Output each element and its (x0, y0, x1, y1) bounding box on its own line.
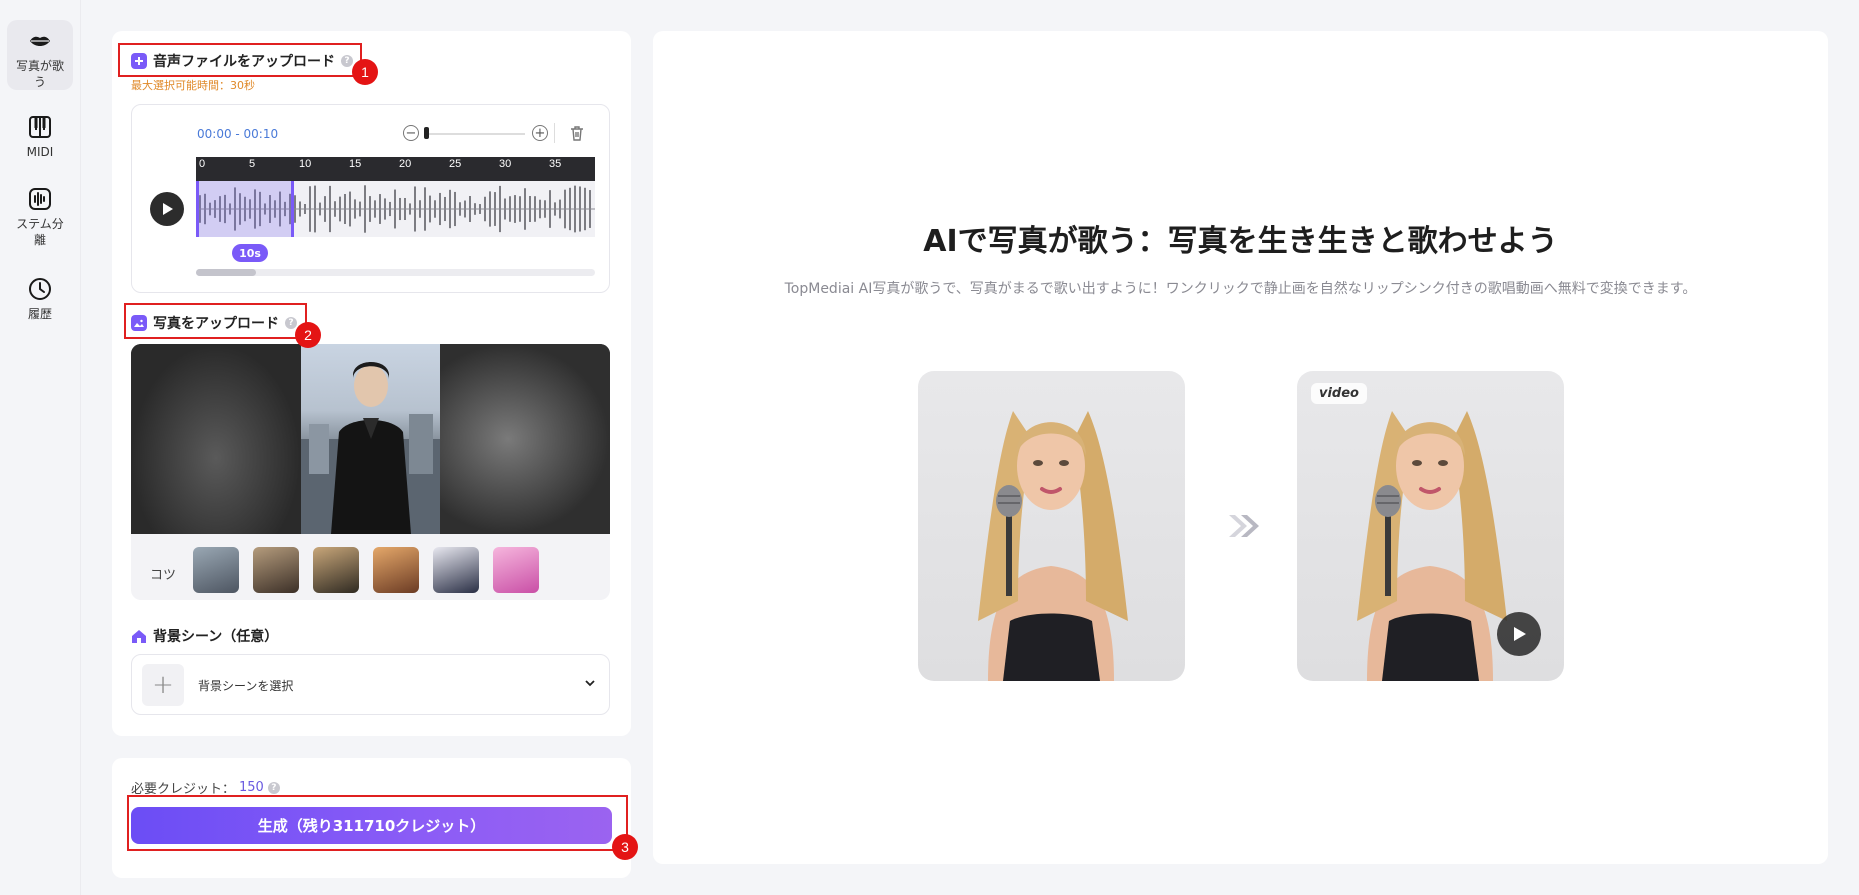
example-input-photo (918, 371, 1185, 681)
uploaded-photo (301, 344, 440, 534)
sample-photo-thumbnail[interactable] (433, 547, 479, 593)
annotation-box-1 (118, 43, 362, 77)
tick-label: 25 (449, 158, 462, 170)
tick-label: 15 (349, 158, 362, 170)
settings-panel: 音声ファイルをアップロード ? 最大選択可能時間：30秒 00:00 - 00:… (112, 31, 631, 736)
selection-duration-badge: 10s (232, 244, 268, 262)
lips-icon (30, 36, 50, 46)
example-output-video[interactable]: video (1297, 371, 1564, 681)
tick-label: 35 (549, 158, 562, 170)
timeline-ruler[interactable]: 0 5 10 15 20 25 30 35 (196, 157, 595, 181)
annotation-badge-2: 2 (295, 322, 321, 348)
credits-value: 150 (239, 780, 264, 795)
double-chevron-right-icon (1229, 515, 1259, 537)
photo-blur-left (131, 344, 301, 534)
annotation-badge-3: 3 (612, 834, 638, 860)
photo-blur-right (440, 344, 610, 534)
house-icon (131, 628, 147, 644)
sidebar-item-label: 履歴 (27, 307, 52, 321)
background-scene-title: 背景シーン（任意） (153, 629, 279, 645)
sidebar-item-label: MIDI (26, 145, 54, 159)
time-range: 00:00 - 00:10 (197, 127, 279, 141)
tick-label: 20 (399, 158, 412, 170)
sample-photo-thumbnail[interactable] (193, 547, 239, 593)
preview-panel: AIで写真が歌う：写真を生き生きと歌わせよう TopMediai AI写真が歌う… (653, 31, 1828, 864)
sidebar-item-history[interactable]: 履歴 (7, 268, 73, 324)
waveform-icon (29, 188, 51, 210)
hero-title: AIで写真が歌う：写真を生き生きと歌わせよう (923, 224, 1558, 259)
sidebar-item-midi[interactable]: MIDI (7, 106, 73, 162)
sample-photo-thumbnail[interactable] (313, 547, 359, 593)
background-scene-select[interactable]: + 背景シーンを選択 (131, 654, 610, 715)
zoom-slider-handle[interactable] (424, 127, 429, 139)
sidebar-item-label: ステム分離 (16, 217, 64, 247)
sidebar: 写真が歌う MIDI ステム分離 履歴 (0, 0, 81, 895)
video-tag: video (1311, 383, 1367, 404)
tick-label: 0 (199, 158, 206, 170)
hero-description: TopMediai AI写真が歌うで、写真がまるで歌い出すように！ワンクリックで… (784, 281, 1697, 297)
add-icon[interactable]: + (142, 664, 184, 706)
tick-label: 30 (499, 158, 512, 170)
play-icon (1514, 627, 1526, 641)
max-duration-hint: 最大選択可能時間：30秒 (131, 79, 255, 92)
tick-label: 10 (299, 158, 312, 170)
video-play-button[interactable] (1497, 612, 1541, 656)
timeline-scrollbar-thumb[interactable] (196, 269, 256, 276)
piano-icon (29, 116, 51, 138)
tips-label: コツ (150, 568, 177, 583)
background-scene-placeholder: 背景シーンを選択 (198, 679, 294, 693)
trash-icon[interactable] (568, 124, 586, 142)
audio-play-button[interactable] (150, 192, 184, 226)
tick-label: 5 (249, 158, 256, 170)
selection-region[interactable] (196, 181, 294, 237)
annotation-box-2 (124, 303, 307, 339)
zoom-out-icon[interactable]: − (403, 125, 419, 141)
sample-photo-thumbnail[interactable] (493, 547, 539, 593)
sidebar-item-label: 写真が歌う (15, 59, 64, 89)
zoom-in-icon[interactable]: + (532, 125, 548, 141)
zoom-slider-track[interactable] (425, 133, 525, 135)
photo-upload-area[interactable]: コツ (131, 344, 610, 600)
audio-editor: 00:00 - 00:10 − + 0 5 10 15 20 25 30 35 … (131, 104, 610, 293)
background-scene-header: 背景シーン（任意） (131, 626, 278, 646)
sidebar-item-stem-separation[interactable]: ステム分離 (7, 178, 73, 250)
annotation-badge-1: 1 (352, 59, 378, 85)
divider (554, 123, 555, 143)
clock-icon (29, 278, 51, 300)
chevron-down-icon[interactable] (584, 677, 596, 689)
play-icon (163, 203, 173, 215)
sidebar-item-photo-sing[interactable]: 写真が歌う (7, 20, 73, 90)
annotation-box-3 (127, 795, 628, 851)
sample-photo-thumbnail[interactable] (253, 547, 299, 593)
help-icon[interactable]: ? (267, 781, 280, 794)
sample-photo-thumbnail[interactable] (373, 547, 419, 593)
